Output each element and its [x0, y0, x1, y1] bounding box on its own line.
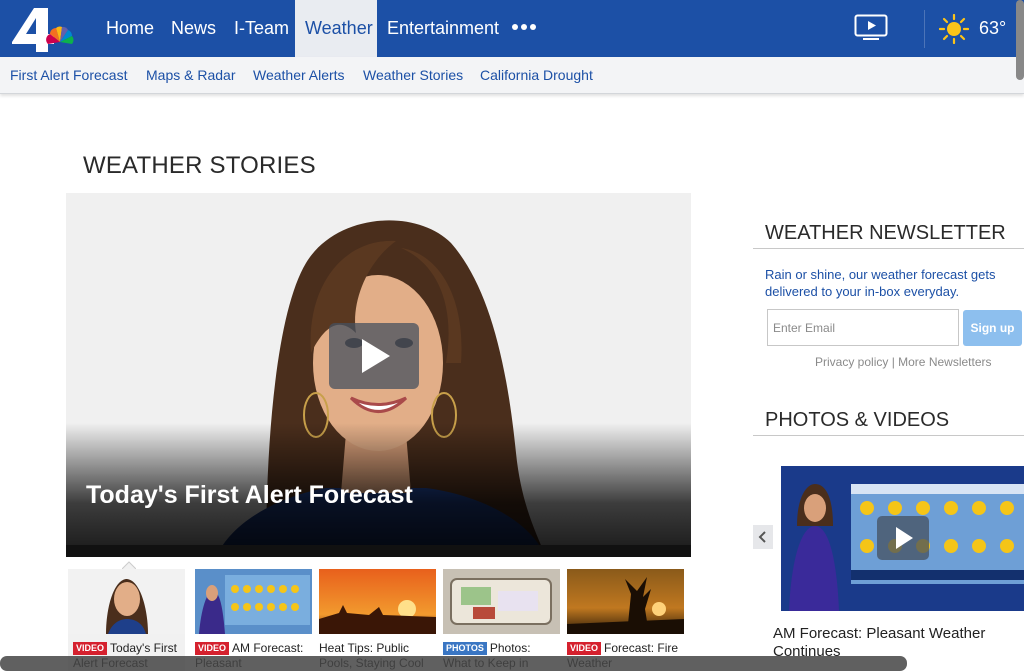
hero-bottom-bar: [66, 545, 691, 557]
more-dots-icon[interactable]: [510, 24, 538, 34]
nav-entertainment[interactable]: Entertainment: [377, 0, 509, 57]
horizontal-scrollbar[interactable]: [0, 656, 907, 671]
photos-badge: PHOTOS: [443, 642, 487, 655]
newsletter-links[interactable]: Privacy policy | More Newsletters: [815, 355, 992, 369]
photos-videos-divider: [753, 435, 1024, 436]
newsletter-description: Rain or shine, our weather forecast gets…: [765, 267, 996, 299]
email-field[interactable]: [767, 309, 959, 346]
tv-play-icon[interactable]: [854, 14, 888, 42]
hero-title[interactable]: Today's First Alert Forecast: [86, 481, 413, 510]
thumbnail-image: [567, 569, 684, 634]
newsletter-title: WEATHER NEWSLETTER: [765, 222, 1006, 244]
subnav-weather-stories[interactable]: Weather Stories: [363, 67, 463, 83]
signup-button[interactable]: Sign up: [963, 310, 1022, 346]
top-navigation: Home News I-Team Weather Entertainment 6…: [0, 0, 1024, 57]
vertical-scrollbar[interactable]: [1016, 0, 1024, 80]
page-title: WEATHER STORIES: [83, 152, 316, 179]
play-icon[interactable]: [877, 516, 929, 560]
story-thumbnails: VIDEOToday's First Alert Forecast VIDEOA…: [66, 557, 691, 671]
weather-subnav: First Alert Forecast Maps & Radar Weathe…: [0, 57, 1024, 94]
subnav-first-alert-forecast[interactable]: First Alert Forecast: [10, 67, 127, 83]
nav-i-team[interactable]: I-Team: [224, 0, 299, 57]
thumbnail-image: [195, 569, 312, 634]
sun-icon: [939, 14, 969, 44]
video-badge: VIDEO: [195, 642, 230, 655]
video-badge: VIDEO: [567, 642, 602, 655]
thumbnail-image: [68, 569, 185, 634]
thumbnail-image: [319, 569, 436, 634]
newsletter-divider: [753, 248, 1024, 249]
nav-home[interactable]: Home: [96, 0, 164, 57]
nbc-4-logo[interactable]: [8, 4, 80, 54]
thumbnail-image: [443, 569, 560, 634]
temperature[interactable]: 63°: [979, 18, 1006, 39]
photos-videos-title: PHOTOS & VIDEOS: [765, 409, 950, 431]
chevron-left-icon[interactable]: [753, 525, 773, 549]
play-icon[interactable]: [329, 323, 419, 389]
subnav-maps-radar[interactable]: Maps & Radar: [146, 67, 235, 83]
video-badge: VIDEO: [73, 642, 108, 655]
hero-video[interactable]: Today's First Alert Forecast: [66, 193, 691, 557]
subnav-california-drought[interactable]: California Drought: [480, 67, 593, 83]
nav-news[interactable]: News: [161, 0, 226, 57]
nav-divider: [924, 10, 925, 48]
nav-weather[interactable]: Weather: [295, 0, 377, 57]
subnav-weather-alerts[interactable]: Weather Alerts: [253, 67, 345, 83]
